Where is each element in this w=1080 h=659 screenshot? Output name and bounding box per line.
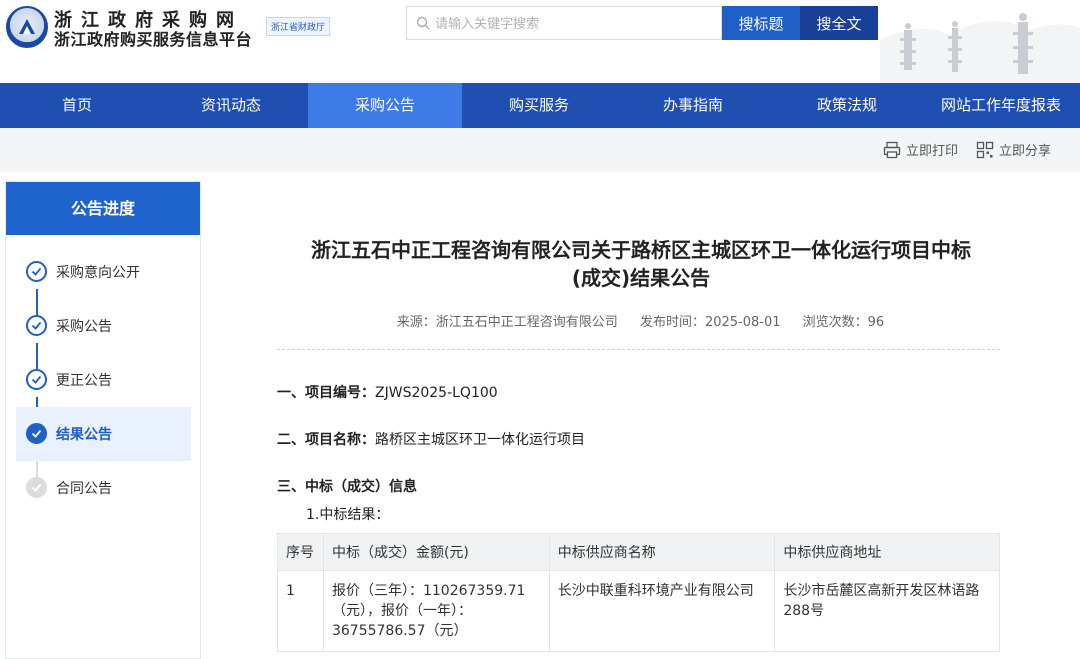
- site-subtitle: 浙江政府购买服务信息平台: [54, 30, 253, 49]
- share-button[interactable]: 立即分享: [976, 140, 1051, 159]
- article-title: 浙江五石中正工程咨询有限公司关于路桥区主城区环卫一体化运行项目中标 (成交)结果…: [281, 236, 1001, 292]
- meta-date: 发布时间：2025-08-01: [639, 315, 781, 330]
- section-label: 二、项目名称：: [277, 432, 375, 448]
- article-title-line: (成交)结果公告: [571, 266, 711, 290]
- check-circle-icon: [26, 315, 47, 336]
- table-row: 1 报价（三年）：110267359.71（元），报价（一年）：36755786…: [277, 570, 1000, 652]
- timeline-label: 合同公告: [56, 481, 112, 497]
- timeline-item-result[interactable]: 结果公告: [16, 407, 191, 461]
- column-header: 中标供应商名称: [548, 533, 776, 571]
- search-icon: [416, 16, 430, 30]
- project-name: 路桥区主城区环卫一体化运行项目: [375, 432, 585, 448]
- toolbar: 立即打印 立即分享: [0, 128, 1080, 172]
- printer-icon: [883, 141, 901, 158]
- main-nav: 首页 资讯动态 采购公告 购买服务 办事指南 政策法规 网站工作年度报表: [0, 83, 1080, 128]
- timeline-label: 结果公告: [56, 427, 112, 443]
- column-header: 中标（成交）金额(元): [322, 533, 550, 571]
- print-label: 立即打印: [906, 144, 959, 159]
- article-meta: 来源：浙江五石中正工程咨询有限公司 发布时间：2025-08-01 浏览次数：9…: [201, 311, 1080, 330]
- site-logo[interactable]: [6, 6, 48, 48]
- timeline-label: 采购意向公开: [56, 265, 140, 281]
- share-label: 立即分享: [999, 144, 1052, 159]
- dept-badge: 浙江省财政厅: [266, 17, 331, 36]
- cell-supplier-address: 长沙市岳麓区高新开发区林语路288号: [774, 570, 1000, 652]
- site-header: 浙江政府采购网 浙江政府购买服务信息平台 浙江省财政厅 搜标题 搜全文: [0, 0, 1080, 83]
- nav-item-procurement-notice[interactable]: 采购公告: [308, 83, 462, 128]
- check-circle-icon: [26, 477, 47, 498]
- search-box: [406, 6, 722, 40]
- timeline-item-procurement[interactable]: 采购公告: [16, 299, 191, 353]
- column-header: 序号: [277, 533, 324, 571]
- cell-amount: 报价（三年）：110267359.71（元），报价（一年）：36755786.5…: [322, 570, 550, 652]
- sidebar-title: 公告进度: [6, 182, 200, 235]
- meta-source: 来源：浙江五石中正工程咨询有限公司: [396, 315, 618, 330]
- check-circle-icon: [26, 261, 47, 282]
- nav-item-purchase-service[interactable]: 购买服务: [462, 83, 616, 128]
- article-content: 浙江五石中正工程咨询有限公司关于路桥区主城区环卫一体化运行项目中标 (成交)结果…: [201, 181, 1080, 659]
- pagoda-decoration: [880, 13, 1080, 83]
- section-label: 一、项目编号：: [277, 385, 375, 401]
- section-project-number: 一、项目编号：ZJWS2025-LQ100: [277, 382, 498, 402]
- cell-supplier-name: 长沙中联重科环境产业有限公司: [548, 570, 776, 652]
- logo-emblem-icon: [19, 19, 35, 34]
- progress-sidebar: 公告进度 采购意向公开 采购公告 更正公告 结果公告 合同公告: [5, 181, 201, 659]
- print-button[interactable]: 立即打印: [883, 140, 958, 159]
- project-number: ZJWS2025-LQ100: [375, 385, 498, 401]
- section-label: 三、中标（成交）信息: [277, 479, 417, 495]
- section-award-info: 三、中标（成交）信息: [277, 476, 417, 496]
- subsection-result: 1.中标结果：: [306, 507, 390, 523]
- search-title-button[interactable]: 搜标题: [722, 6, 800, 40]
- award-result-table: 序号 中标（成交）金额(元) 中标供应商名称 中标供应商地址 1 报价（三年）：…: [277, 533, 1000, 652]
- meta-views: 浏览次数：96: [802, 315, 885, 330]
- qrcode-icon: [976, 141, 994, 158]
- nav-item-policy[interactable]: 政策法规: [770, 83, 924, 128]
- nav-item-news[interactable]: 资讯动态: [154, 83, 308, 128]
- search-input[interactable]: [435, 14, 715, 34]
- cell-index: 1: [277, 570, 324, 652]
- table-header-row: 序号 中标（成交）金额(元) 中标供应商名称 中标供应商地址: [277, 533, 1000, 571]
- timeline-label: 采购公告: [56, 319, 112, 335]
- article-title-line: 浙江五石中正工程咨询有限公司关于路桥区主城区环卫一体化运行项目中标: [311, 238, 971, 262]
- nav-item-guide[interactable]: 办事指南: [616, 83, 770, 128]
- timeline-item-correction[interactable]: 更正公告: [16, 353, 191, 407]
- nav-item-annual-report[interactable]: 网站工作年度报表: [924, 83, 1078, 128]
- section-project-name: 二、项目名称：路桥区主城区环卫一体化运行项目: [277, 429, 585, 449]
- timeline-item-contract[interactable]: 合同公告: [16, 461, 191, 515]
- divider: [277, 349, 1000, 350]
- check-circle-icon: [26, 369, 47, 390]
- timeline-item-intent[interactable]: 采购意向公开: [16, 245, 191, 299]
- column-header: 中标供应商地址: [774, 533, 1000, 571]
- nav-item-home[interactable]: 首页: [0, 83, 154, 128]
- search-fulltext-button[interactable]: 搜全文: [800, 6, 878, 40]
- check-circle-icon: [26, 423, 47, 444]
- timeline-label: 更正公告: [56, 373, 112, 389]
